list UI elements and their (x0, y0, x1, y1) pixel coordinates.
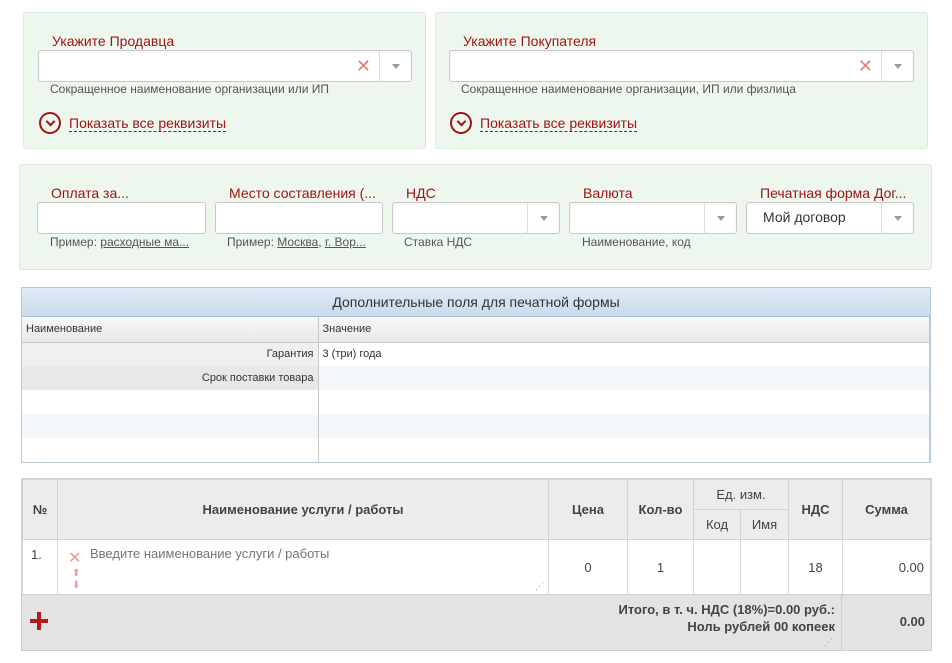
chevron-down-icon[interactable] (704, 203, 736, 233)
payment-input[interactable] (37, 202, 206, 234)
buyer-combo[interactable]: ✕ (449, 50, 914, 82)
move-down-icon[interactable]: ⬇ (72, 580, 80, 591)
extra-field-name: Срок поставки товара (22, 366, 319, 390)
move-up-icon[interactable]: ⬆ (72, 568, 80, 579)
extra-fields-grid: Дополнительные поля для печатной формы Н… (21, 287, 931, 463)
extra-field-value[interactable] (318, 414, 930, 438)
print-form-label: Печатная форма Дог... (760, 185, 907, 201)
chevron-down-icon[interactable] (881, 203, 913, 233)
price-cell[interactable]: 0 (548, 539, 628, 595)
table-row[interactable]: 1. ✕ ⬆ ⬇ ⋰ 0 1 18 0.00 (22, 539, 931, 595)
service-name-cell[interactable]: ✕ ⬆ ⬇ ⋰ (57, 539, 549, 595)
col-vat: НДС (788, 479, 843, 540)
expand-circle-icon (450, 112, 472, 134)
params-panel: Оплата за... Пример: расходные ма... Мес… (19, 164, 932, 270)
extra-field-value[interactable]: 3 (три) года (318, 342, 930, 366)
place-input[interactable] (215, 202, 383, 234)
col-unit-name: Имя (740, 509, 789, 540)
print-form-value: Мой договор (763, 209, 846, 225)
resize-grip-icon[interactable]: ⋰ (824, 637, 833, 648)
extra-fields-title: Дополнительные поля для печатной формы (22, 288, 930, 317)
extra-field-name: Гарантия (22, 342, 319, 366)
payment-example-link[interactable]: расходные ма... (100, 235, 189, 249)
table-row[interactable] (22, 390, 930, 414)
total-text: Итого, в т. ч. НДС (18%)=0.00 руб.: Ноль… (618, 601, 835, 635)
clear-icon[interactable]: ✕ (858, 57, 873, 75)
place-hint: Пример: Москва, г. Вор... (227, 235, 383, 249)
vat-hint: Ставка НДС (404, 235, 473, 249)
buyer-details-label: Показать все реквизиты (480, 114, 638, 132)
col-unit: Ед. изм. (693, 479, 789, 510)
total-line-vat: Итого, в т. ч. НДС (18%)=0.00 руб.: (618, 602, 835, 617)
print-form-combo[interactable]: Мой договор (746, 202, 914, 234)
payment-hint: Пример: расходные ма... (50, 235, 206, 249)
currency-label: Валюта (583, 185, 633, 201)
row-number: 1. (22, 539, 58, 595)
table-row[interactable] (22, 438, 930, 462)
services-footer: Итого, в т. ч. НДС (18%)=0.00 руб.: Ноль… (22, 594, 931, 650)
vat-label: НДС (406, 185, 436, 201)
seller-panel: Укажите Продавца ✕ Сокращенное наименова… (23, 12, 426, 149)
unit-name-cell[interactable] (740, 539, 789, 595)
services-table: № Наименование услуги / работы Цена Кол-… (21, 478, 932, 651)
place-hint-sep: , (318, 235, 322, 249)
vat-cell[interactable]: 18 (788, 539, 843, 595)
service-name-input[interactable] (88, 544, 543, 588)
buyer-label: Укажите Покупателя (463, 33, 597, 49)
vat-combo[interactable] (392, 202, 560, 234)
col-price: Цена (548, 479, 628, 540)
table-row[interactable] (22, 414, 930, 438)
seller-show-details-link[interactable]: Показать все реквизиты (39, 112, 227, 134)
chevron-down-icon[interactable] (527, 203, 559, 233)
buyer-panel: Укажите Покупателя ✕ Сокращенное наимено… (435, 12, 928, 149)
extra-field-name (22, 414, 319, 438)
chevron-down-icon[interactable] (379, 51, 411, 81)
payment-label: Оплата за... (51, 185, 129, 201)
table-row[interactable]: Гарантия 3 (три) года (22, 342, 930, 366)
currency-hint: Наименование, код (582, 235, 691, 249)
col-service-name: Наименование услуги / работы (57, 479, 549, 540)
extra-col-value[interactable]: Значение (318, 317, 930, 343)
seller-hint: Сокращенное наименование организации или… (50, 82, 330, 96)
col-unit-code: Код (693, 509, 741, 540)
seller-label: Укажите Продавца (52, 33, 175, 49)
chevron-down-icon[interactable] (881, 51, 913, 81)
extra-col-name[interactable]: Наименование (22, 317, 319, 343)
buyer-show-details-link[interactable]: Показать все реквизиты (450, 112, 638, 134)
table-row[interactable]: Срок поставки товара (22, 366, 930, 390)
unit-code-cell[interactable] (693, 539, 741, 595)
extra-field-value[interactable] (318, 438, 930, 462)
extra-field-value[interactable] (318, 390, 930, 414)
footer-divider (841, 595, 842, 650)
add-icon[interactable] (30, 612, 48, 630)
resize-grip-icon[interactable]: ⋰ (535, 581, 544, 592)
total-line-words: Ноль рублей 00 копеек (687, 619, 835, 634)
place-example-link-2[interactable]: г. Вор... (325, 235, 366, 249)
place-hint-prefix: Пример: (227, 235, 274, 249)
extra-field-name (22, 438, 319, 462)
total-sum: 0.00 (899, 614, 925, 629)
clear-icon[interactable]: ✕ (356, 57, 371, 75)
sum-cell: 0.00 (842, 539, 931, 595)
place-example-link-1[interactable]: Москва (277, 235, 318, 249)
col-number: № (22, 479, 58, 540)
services-grid: № Наименование услуги / работы Цена Кол-… (22, 479, 931, 595)
remove-row-icon[interactable]: ✕ (68, 548, 81, 568)
expand-circle-icon (39, 112, 61, 134)
seller-combo[interactable]: ✕ (38, 50, 412, 82)
col-quantity: Кол-во (627, 479, 694, 540)
place-label: Место составления (... (229, 185, 376, 201)
quantity-cell[interactable]: 1 (627, 539, 694, 595)
col-sum: Сумма (842, 479, 931, 540)
currency-combo[interactable] (569, 202, 737, 234)
extra-fields-table: Наименование Значение Гарантия 3 (три) г… (22, 317, 930, 462)
extra-field-name (22, 390, 319, 414)
seller-details-label: Показать все реквизиты (69, 114, 227, 132)
buyer-hint: Сокращенное наименование организации, ИП… (461, 82, 796, 96)
extra-field-value[interactable] (318, 366, 930, 390)
payment-hint-prefix: Пример: (50, 235, 97, 249)
